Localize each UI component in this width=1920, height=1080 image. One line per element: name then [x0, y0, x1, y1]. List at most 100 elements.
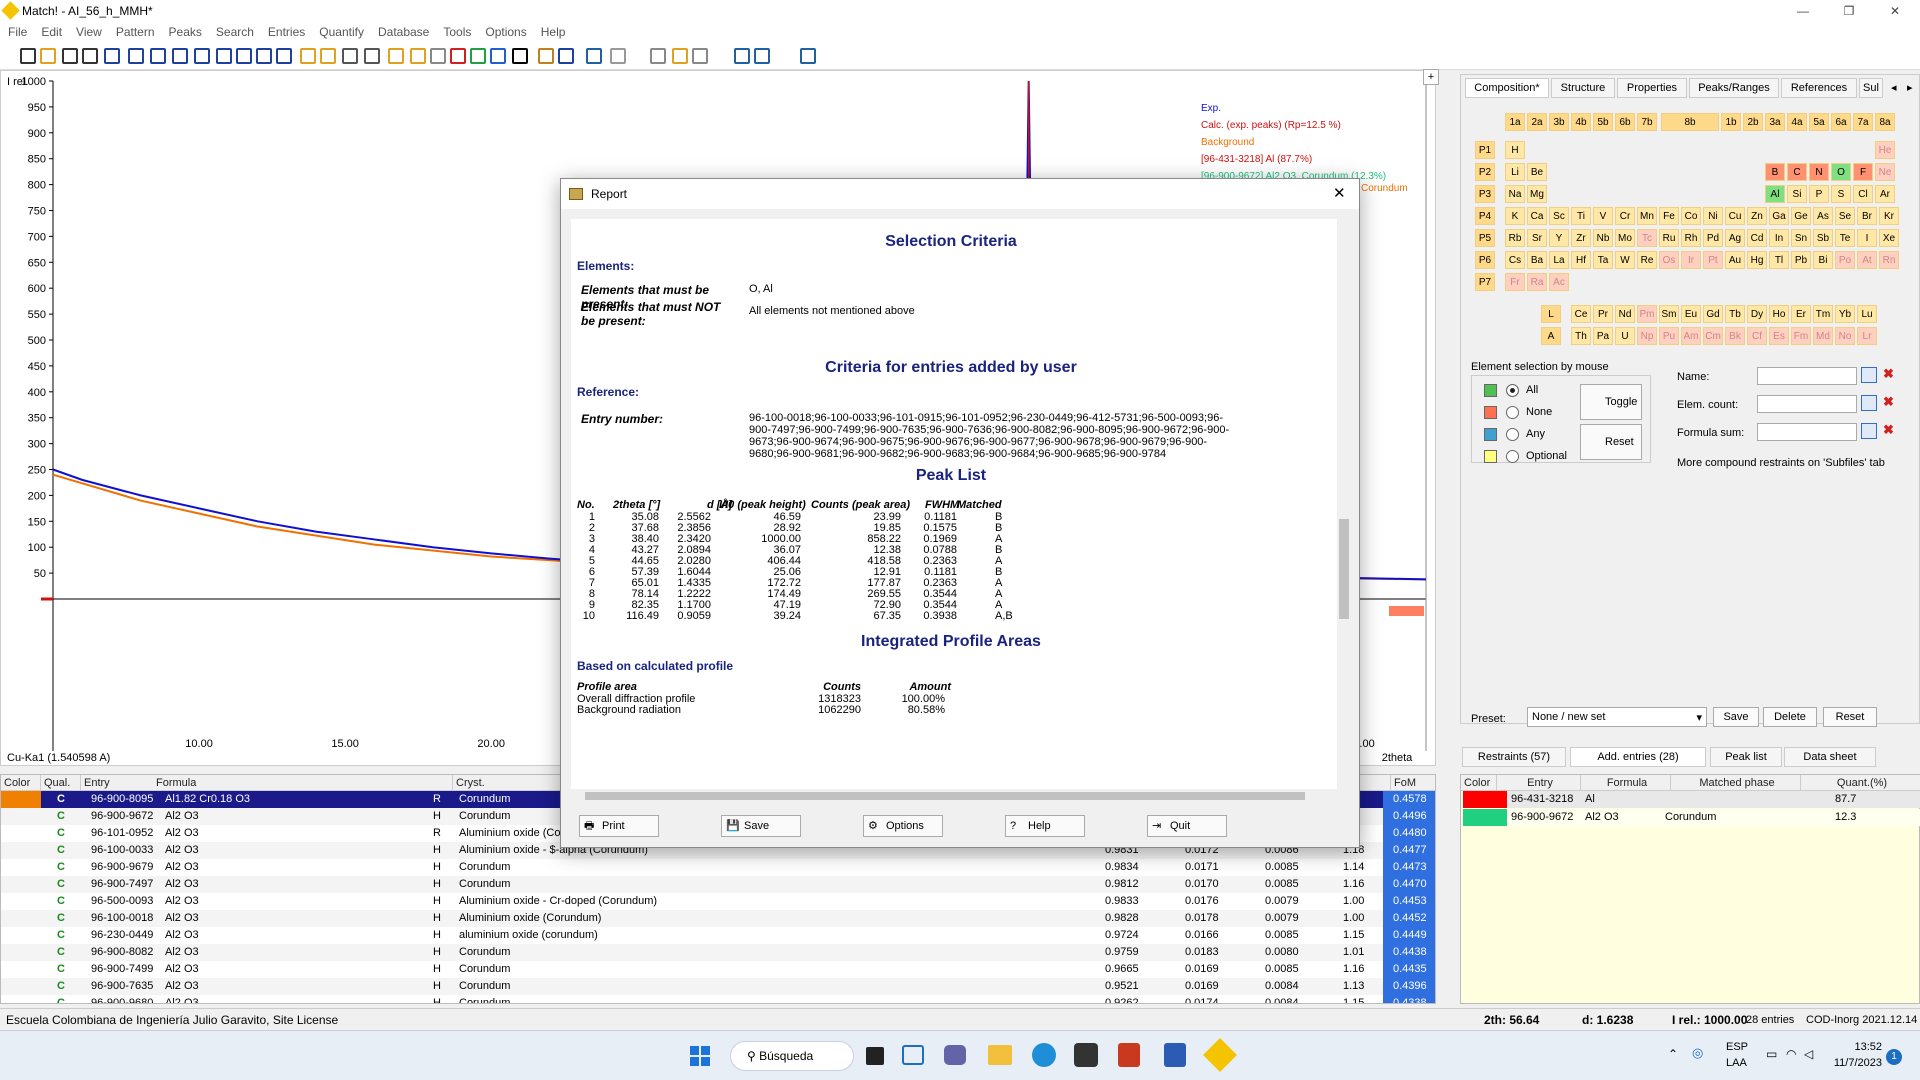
- element-Sm[interactable]: Sm: [1659, 305, 1679, 323]
- calendar-icon[interactable]: [1861, 423, 1877, 439]
- menu-quantify[interactable]: Quantify: [319, 25, 364, 39]
- element-Cl[interactable]: Cl: [1853, 185, 1873, 203]
- period-label[interactable]: A: [1541, 327, 1561, 345]
- tab-sul[interactable]: Sul: [1859, 78, 1883, 98]
- group-label[interactable]: 6b: [1615, 113, 1635, 131]
- toolbar-tool-icon[interactable]: [558, 48, 574, 64]
- report-hscrollbar[interactable]: [571, 789, 1337, 803]
- widgets-icon[interactable]: [902, 1045, 924, 1065]
- tab-scroll-right-icon[interactable]: ▸: [1907, 81, 1913, 94]
- menu-search[interactable]: Search: [216, 25, 254, 39]
- element-Br[interactable]: Br: [1857, 207, 1877, 225]
- element-Se[interactable]: Se: [1835, 207, 1855, 225]
- element-Md[interactable]: Md: [1813, 327, 1833, 345]
- calendar-icon[interactable]: [1861, 367, 1877, 383]
- group-label[interactable]: 2b: [1743, 113, 1763, 131]
- column-header[interactable]: Formula: [153, 775, 453, 791]
- group-label[interactable]: 3a: [1765, 113, 1785, 131]
- restraint-input[interactable]: [1757, 395, 1857, 413]
- tab-properties[interactable]: Properties: [1617, 78, 1687, 98]
- element-Rb[interactable]: Rb: [1505, 229, 1525, 247]
- group-label[interactable]: 5b: [1593, 113, 1613, 131]
- menu-options[interactable]: Options: [485, 25, 526, 39]
- element-Nb[interactable]: Nb: [1593, 229, 1613, 247]
- toolbar-tool-icon[interactable]: [430, 48, 446, 64]
- element-Be[interactable]: Be: [1527, 163, 1547, 181]
- element-Lr[interactable]: Lr: [1857, 327, 1877, 345]
- element-Sc[interactable]: Sc: [1549, 207, 1569, 225]
- period-label[interactable]: P2: [1475, 163, 1495, 181]
- toolbar-tool-icon[interactable]: [512, 48, 528, 64]
- print-button[interactable]: 🖶 Print: [579, 815, 659, 837]
- bottom-tab[interactable]: Restraints (57): [1462, 747, 1566, 767]
- element-Yb[interactable]: Yb: [1835, 305, 1855, 323]
- toolbar-tool-icon[interactable]: [256, 48, 272, 64]
- element-Ni[interactable]: Ni: [1703, 207, 1723, 225]
- element-Re[interactable]: Re: [1637, 251, 1657, 269]
- group-label[interactable]: 5a: [1809, 113, 1829, 131]
- bottom-tab[interactable]: Add. entries (28): [1570, 747, 1706, 767]
- clock-date[interactable]: 11/7/2023: [1826, 1057, 1882, 1069]
- element-Os[interactable]: Os: [1659, 251, 1679, 269]
- element-Ir[interactable]: Ir: [1681, 251, 1701, 269]
- toolbar-tool-icon[interactable]: [300, 48, 316, 64]
- element-Ti[interactable]: Ti: [1571, 207, 1591, 225]
- element-Y[interactable]: Y: [1549, 229, 1569, 247]
- dialog-close-button[interactable]: ✕: [1333, 184, 1346, 202]
- group-label[interactable]: 7a: [1853, 113, 1873, 131]
- toggle-button[interactable]: Toggle: [1580, 384, 1642, 420]
- menu-edit[interactable]: Edit: [41, 25, 62, 39]
- element-Pu[interactable]: Pu: [1659, 327, 1679, 345]
- column-header[interactable]: Qual.: [41, 775, 81, 791]
- options-button[interactable]: ⚙ Options: [863, 815, 943, 837]
- toolbar-tool-icon[interactable]: [216, 48, 232, 64]
- save-button[interactable]: 💾 Save: [721, 815, 801, 837]
- element-W[interactable]: W: [1615, 251, 1635, 269]
- toolbar-tool-icon[interactable]: [734, 48, 750, 64]
- restraint-input[interactable]: [1757, 367, 1857, 385]
- element-Bi[interactable]: Bi: [1813, 251, 1833, 269]
- element-Am[interactable]: Am: [1681, 327, 1701, 345]
- period-label[interactable]: P4: [1475, 207, 1495, 225]
- menu-pattern[interactable]: Pattern: [116, 25, 155, 39]
- element-Ge[interactable]: Ge: [1791, 207, 1811, 225]
- toolbar-tool-icon[interactable]: [40, 48, 56, 64]
- element-Zn[interactable]: Zn: [1747, 207, 1767, 225]
- element-Al[interactable]: Al: [1765, 185, 1785, 203]
- element-Cm[interactable]: Cm: [1703, 327, 1723, 345]
- teams-chat-icon[interactable]: [944, 1045, 966, 1065]
- group-label[interactable]: 8b: [1661, 113, 1719, 131]
- scrollbar-thumb[interactable]: [1339, 519, 1349, 619]
- element-Bk[interactable]: Bk: [1725, 327, 1745, 345]
- toolbar-tool-icon[interactable]: [800, 48, 816, 64]
- element-Er[interactable]: Er: [1791, 305, 1811, 323]
- element-Po[interactable]: Po: [1835, 251, 1855, 269]
- element-Xe[interactable]: Xe: [1879, 229, 1899, 247]
- element-Th[interactable]: Th: [1571, 327, 1591, 345]
- group-label[interactable]: 4a: [1787, 113, 1807, 131]
- element-P[interactable]: P: [1809, 185, 1829, 203]
- period-label[interactable]: P7: [1475, 273, 1495, 291]
- toolbar-tool-icon[interactable]: [20, 48, 36, 64]
- menu-tools[interactable]: Tools: [443, 25, 471, 39]
- add-pane-button[interactable]: +: [1423, 69, 1439, 85]
- element-Cr[interactable]: Cr: [1615, 207, 1635, 225]
- element-Pm[interactable]: Pm: [1637, 305, 1657, 323]
- menu-peaks[interactable]: Peaks: [169, 25, 202, 39]
- tab-structure[interactable]: Structure: [1551, 78, 1615, 98]
- element-Fe[interactable]: Fe: [1659, 207, 1679, 225]
- tab-peaksranges[interactable]: Peaks/Ranges: [1689, 78, 1779, 98]
- period-label[interactable]: P5: [1475, 229, 1495, 247]
- reset-selection-button[interactable]: Reset: [1580, 424, 1642, 460]
- toolbar-tool-icon[interactable]: [276, 48, 292, 64]
- element-I[interactable]: I: [1857, 229, 1877, 247]
- network-status-icon[interactable]: ◎: [1692, 1045, 1703, 1061]
- preset-select[interactable]: None / new set ▾: [1527, 707, 1707, 727]
- column-header[interactable]: Color: [1, 775, 41, 791]
- element-Co[interactable]: Co: [1681, 207, 1701, 225]
- table-row[interactable]: C 96-900-9679 Al2 O3 H Corundum 0.9834 0.0171 0…: [1, 859, 1435, 876]
- report-content[interactable]: Selection Criteria Elements: Elements that…: [571, 219, 1337, 789]
- quant-column-header[interactable]: Color: [1461, 775, 1497, 791]
- toolbar-tool-icon[interactable]: [450, 48, 466, 64]
- menu-database[interactable]: Database: [378, 25, 429, 39]
